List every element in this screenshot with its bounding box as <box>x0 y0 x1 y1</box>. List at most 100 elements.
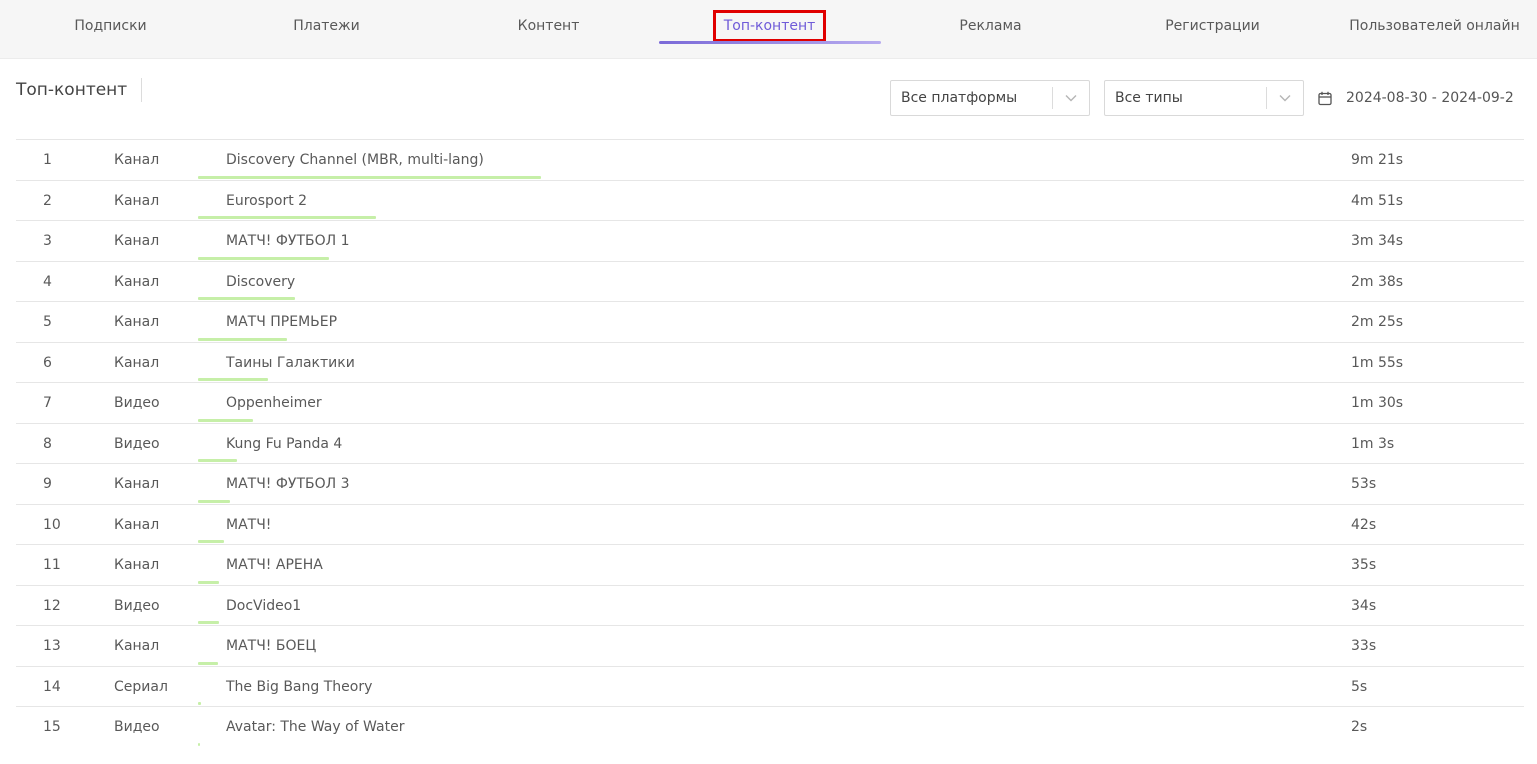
row-type: Видео <box>114 395 160 411</box>
row-duration: 1m 55s <box>1351 354 1404 371</box>
tab-ads[interactable]: Реклама <box>880 0 1101 52</box>
row-title: МАТЧ ПРЕМЬЕР <box>226 314 338 330</box>
date-range-picker[interactable]: 2024-08-30 - 2024-09-2 <box>1318 86 1514 110</box>
table-row[interactable]: 3 Канал МАТЧ! ФУТБОЛ 1 3m 34s <box>16 220 1524 261</box>
row-title: МАТЧ! ФУТБОЛ 3 <box>226 476 350 492</box>
row-rank: 14 <box>43 678 61 695</box>
table-row[interactable]: 14 Сериал The Big Bang Theory 5s <box>16 665 1524 707</box>
watch-time-bar <box>198 661 219 665</box>
row-type: Сериал <box>114 678 168 695</box>
table-row[interactable]: 1 Канал Discovery Channel (MBR, multi-lang… <box>16 139 1524 180</box>
row-type: Канал <box>114 233 160 249</box>
row-duration: 4m 51s <box>1351 192 1404 209</box>
row-title: Oppenheimer <box>226 395 322 411</box>
row-type: Канал <box>114 557 160 573</box>
row-rank: 6 <box>43 354 52 371</box>
tab-label: Регистрации <box>1165 18 1260 34</box>
tab-subscriptions[interactable]: Подписки <box>0 0 221 52</box>
watch-time-bar <box>198 418 254 422</box>
row-title: Discovery <box>226 273 296 290</box>
tab-label: Реклама <box>959 18 1022 34</box>
row-rank: 15 <box>43 719 61 735</box>
page-title: Топ-контент <box>16 78 143 102</box>
tab-content[interactable]: Контент <box>438 0 659 52</box>
row-rank: 11 <box>43 557 61 573</box>
table-row[interactable]: 7 Видео Oppenheimer 1m 30s <box>16 382 1524 423</box>
row-duration: 35s <box>1351 557 1377 573</box>
row-title: Eurosport 2 <box>226 192 308 209</box>
table-row[interactable]: 11 Канал МАТЧ! АРЕНА 35s <box>16 544 1524 585</box>
top-tab-bar: Подписки Платежи Контент Топ-контент Рек… <box>0 0 1537 59</box>
tab-top-content[interactable]: Топ-контент <box>659 0 880 52</box>
row-type: Канал <box>114 476 160 492</box>
row-type: Видео <box>114 435 160 452</box>
chevron-down-icon[interactable] <box>1053 94 1089 102</box>
table-row[interactable]: 4 Канал Discovery 2m 38s <box>16 260 1524 302</box>
row-type: Канал <box>114 638 160 654</box>
row-rank: 2 <box>43 192 52 209</box>
row-duration: 2s <box>1351 719 1368 735</box>
row-rank: 13 <box>43 638 61 654</box>
top-content-table: 1 Канал Discovery Channel (MBR, multi-lang… <box>16 139 1524 747</box>
type-select[interactable]: Все типы <box>1104 80 1304 116</box>
tab-label: Контент <box>517 18 580 34</box>
watch-time-bar <box>198 459 237 462</box>
row-title: DocVideo1 <box>226 597 302 614</box>
table-row[interactable]: 5 Канал МАТЧ ПРЕМЬЕР 2m 25s <box>16 301 1524 342</box>
tab-users-online[interactable]: Пользователей онлайн <box>1324 0 1537 52</box>
watch-time-bar <box>198 540 224 543</box>
watch-time-bar <box>198 337 287 341</box>
row-rank: 5 <box>43 314 52 330</box>
watch-time-bar <box>198 378 269 381</box>
row-rank: 9 <box>43 476 52 492</box>
row-title: МАТЧ! БОЕЦ <box>226 638 317 654</box>
date-range-value: 2024-08-30 - 2024-09-2 <box>1346 90 1514 106</box>
table-row[interactable]: 13 Канал МАТЧ! БОЕЦ 33s <box>16 625 1524 666</box>
tab-payments[interactable]: Платежи <box>216 0 437 52</box>
watch-time-bar <box>198 216 376 219</box>
row-type: Канал <box>114 314 160 330</box>
row-title: Discovery Channel (MBR, multi-lang) <box>226 152 484 168</box>
row-duration: 1m 30s <box>1351 395 1404 411</box>
active-tab-indicator <box>659 41 881 44</box>
row-type: Канал <box>114 152 160 168</box>
chevron-down-icon[interactable] <box>1267 94 1303 102</box>
row-duration: 5s <box>1351 678 1368 695</box>
row-rank: 4 <box>43 273 52 290</box>
watch-time-bar <box>198 742 200 746</box>
table-row[interactable]: 6 Канал Таины Галактики 1m 55s <box>16 341 1524 383</box>
row-title: МАТЧ! <box>226 516 272 533</box>
tab-label: Платежи <box>293 18 360 34</box>
watch-time-bar <box>198 175 541 179</box>
row-duration: 2m 38s <box>1351 273 1404 290</box>
row-rank: 1 <box>43 152 52 168</box>
row-duration: 42s <box>1351 516 1377 533</box>
row-type: Видео <box>114 597 160 614</box>
watch-time-bar <box>198 256 329 260</box>
table-row[interactable]: 9 Канал МАТЧ! ФУТБОЛ 3 53s <box>16 463 1524 504</box>
row-rank: 3 <box>43 233 52 249</box>
calendar-icon <box>1318 91 1332 106</box>
watch-time-bar <box>198 621 219 624</box>
row-type: Канал <box>114 192 160 209</box>
table-row[interactable]: 2 Канал Eurosport 2 4m 51s <box>16 179 1524 221</box>
watch-time-bar <box>198 499 231 503</box>
row-type: Канал <box>114 354 160 371</box>
row-duration: 9m 21s <box>1351 152 1404 168</box>
row-duration: 3m 34s <box>1351 233 1404 249</box>
platform-select[interactable]: Все платформы <box>890 80 1090 116</box>
tab-label: Пользователей онлайн <box>1349 18 1520 34</box>
watch-time-bar <box>198 580 220 584</box>
table-row[interactable]: 8 Видео Kung Fu Panda 4 1m 3s <box>16 422 1524 464</box>
table-row[interactable]: 15 Видео Avatar: The Way of Water 2s <box>16 706 1524 747</box>
table-row[interactable]: 10 Канал МАТЧ! 42s <box>16 503 1524 545</box>
row-title: МАТЧ! ФУТБОЛ 1 <box>226 233 350 249</box>
table-row[interactable]: 12 Видео DocVideo1 34s <box>16 584 1524 626</box>
row-title: Таины Галактики <box>226 354 355 371</box>
row-title: Avatar: The Way of Water <box>226 719 405 735</box>
platform-select-value: Все платформы <box>901 90 1018 106</box>
tab-registrations[interactable]: Регистрации <box>1102 0 1323 52</box>
tab-label: Топ-контент <box>712 10 827 42</box>
row-duration: 33s <box>1351 638 1377 654</box>
watch-time-bar <box>198 297 295 300</box>
